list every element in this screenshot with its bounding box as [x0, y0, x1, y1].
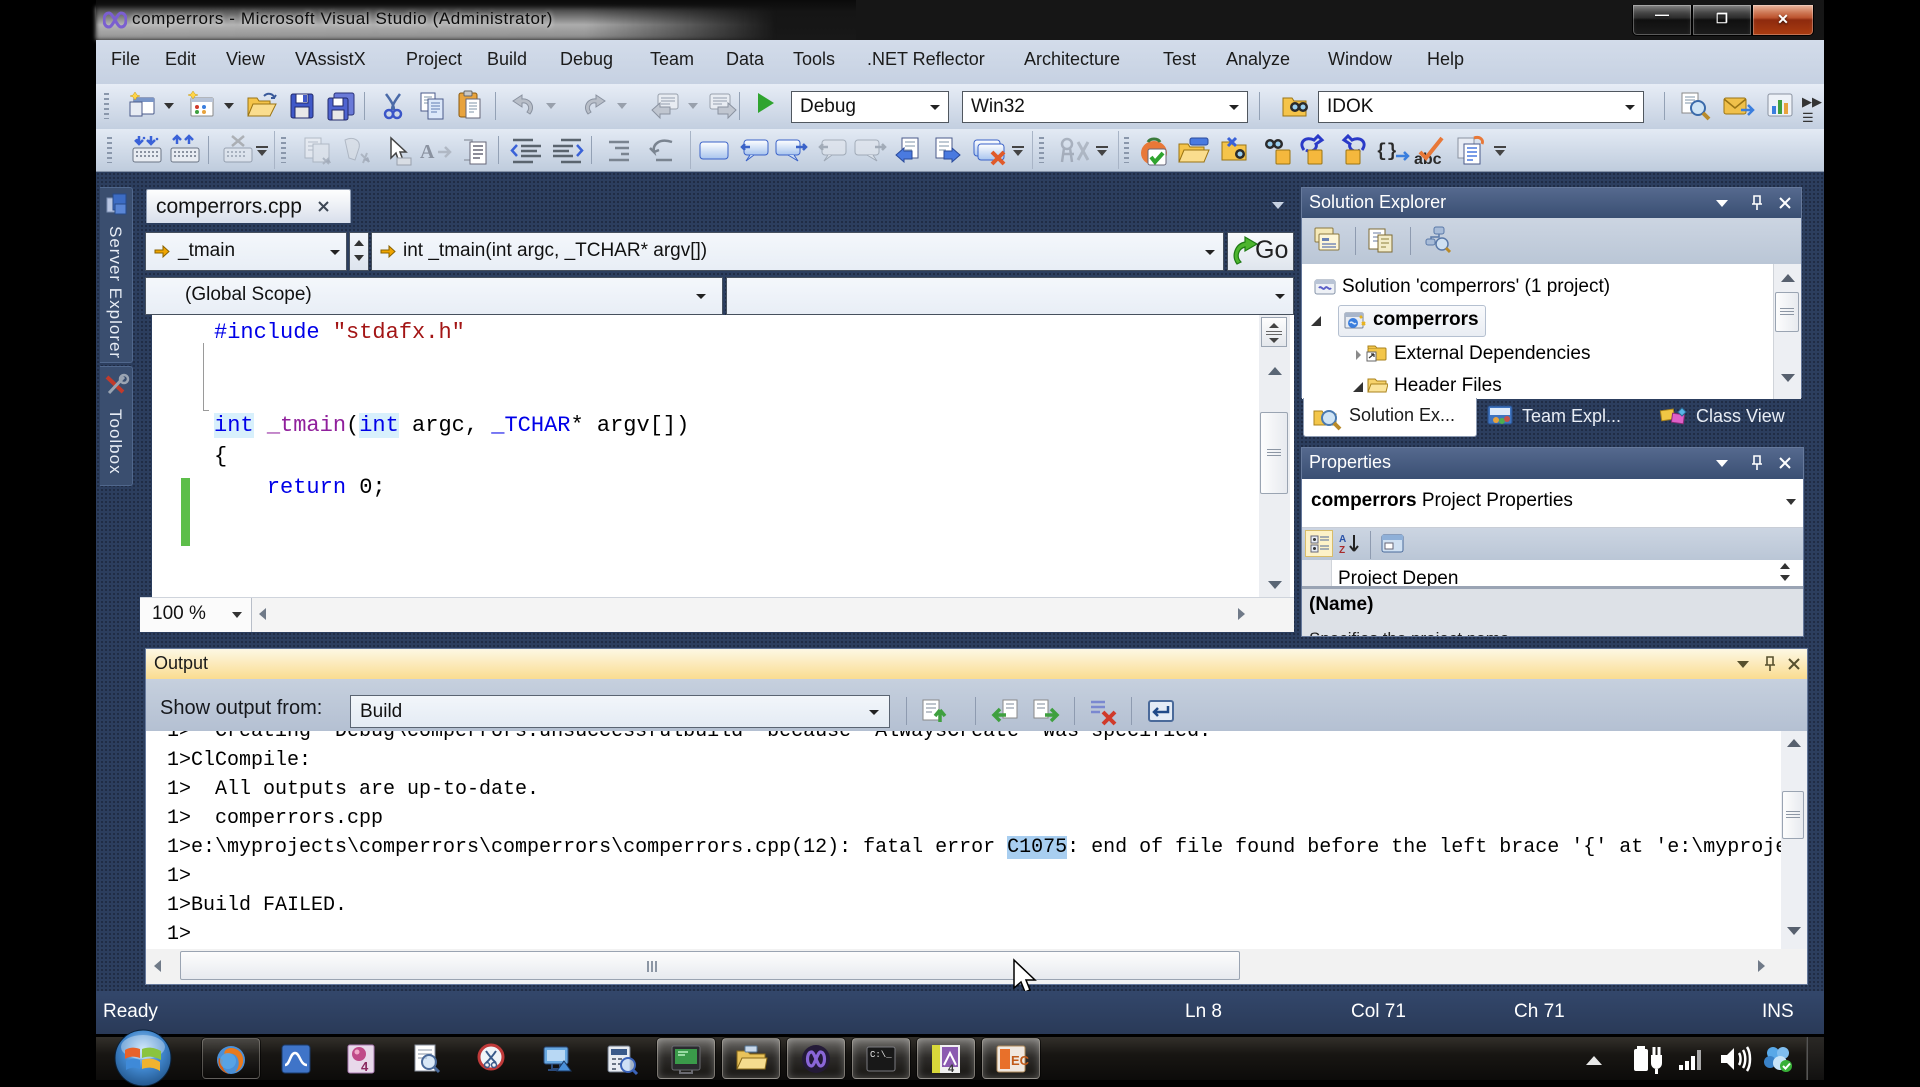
- svg-text:EC: EC: [1011, 1053, 1029, 1068]
- svg-text:C:\_: C:\_: [870, 1050, 892, 1060]
- svg-text:A: A: [420, 141, 435, 163]
- svg-text:4: 4: [361, 1059, 369, 1074]
- svg-text:4: 4: [948, 1063, 955, 1075]
- svg-text:Z: Z: [1339, 545, 1345, 556]
- svg-text:A: A: [1339, 534, 1346, 545]
- svg-text:{}: {}: [1376, 142, 1398, 162]
